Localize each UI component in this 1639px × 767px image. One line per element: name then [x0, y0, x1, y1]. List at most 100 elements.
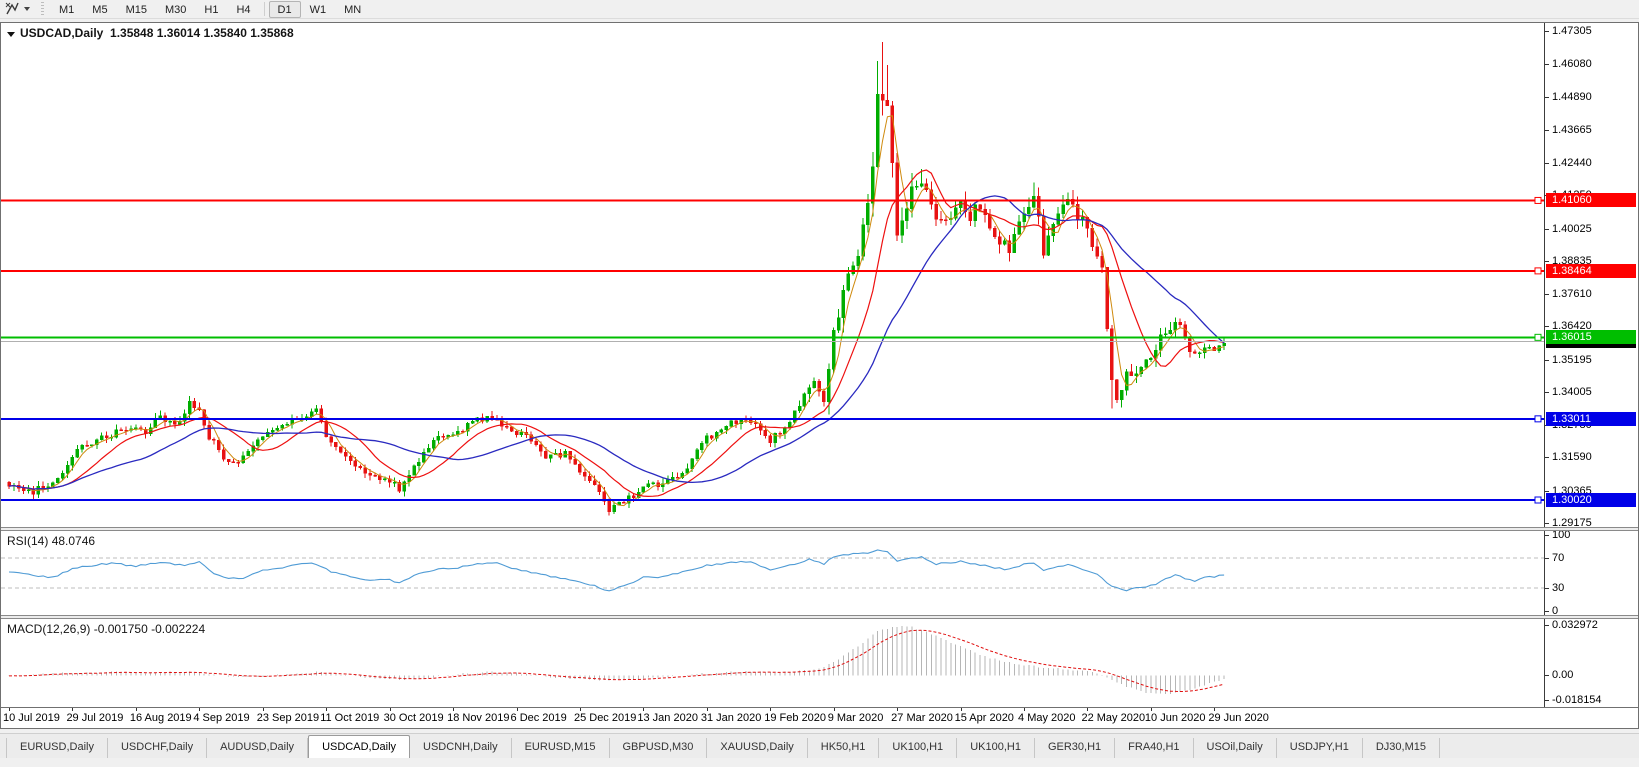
- date-label: 29 Jun 2020: [1208, 712, 1269, 724]
- price-tag: 1.41060: [1546, 193, 1636, 208]
- chart-title: USDCAD,Daily 1.35848 1.36014 1.35840 1.3…: [7, 26, 294, 40]
- time-tick: [706, 708, 708, 711]
- date-label: 31 Jan 2020: [700, 712, 762, 724]
- chart-tab-dj30-m15[interactable]: DJ30,M15: [1362, 738, 1440, 758]
- chart-tab-hk50-h1[interactable]: HK50,H1: [807, 738, 880, 758]
- chart-tab-audusd-daily[interactable]: AUDUSD,Daily: [207, 738, 309, 758]
- chart-tab-uk100-h1[interactable]: UK100,H1: [957, 738, 1035, 758]
- chart-tabs: EURUSD,Daily USDCHF,Daily AUDUSD,Daily USDC…: [0, 733, 1639, 758]
- symbol-dropdown-icon[interactable]: [7, 32, 15, 37]
- axis-tick: 0: [1545, 605, 1638, 615]
- date-label: 6 Dec 2019: [510, 712, 567, 724]
- rsi-axis[interactable]: 100 70 30 0: [1544, 531, 1638, 615]
- chart-tab-fra40-h1[interactable]: FRA40,H1: [1115, 738, 1194, 758]
- axis-tick: 1.44890: [1545, 91, 1638, 103]
- macd-value: -0.001750: [93, 622, 148, 636]
- timeframe-button-m5[interactable]: M5: [83, 1, 116, 18]
- ohlc-low: 1.35840: [203, 26, 247, 40]
- status-strip: [0, 758, 1639, 767]
- axis-tick: 1.37610: [1545, 288, 1638, 300]
- timeframe-button-h1[interactable]: H1: [195, 1, 227, 18]
- time-tick: [833, 708, 835, 711]
- date-label: 4 Sep 2019: [193, 712, 250, 724]
- chart-tab-ger30-h1[interactable]: GER30,H1: [1034, 738, 1116, 758]
- chart-tab-usdcnh-daily[interactable]: USDCNH,Daily: [410, 738, 512, 758]
- timeframe-button-mn[interactable]: MN: [335, 1, 370, 18]
- timeframe-buttons: M1 M5 M15 M30 H1 H4 D1 W1 MN: [50, 0, 370, 18]
- macd-signal-line: [8, 629, 1225, 693]
- rsi-panel[interactable]: RSI(14) 48.0746 100 70 30 0: [1, 531, 1638, 615]
- date-label: 11 Oct 2019: [320, 712, 380, 724]
- crosshair-icon: [5, 2, 19, 15]
- axis-tick: -0.018154: [1545, 694, 1638, 706]
- timeframe-button-m15[interactable]: M15: [117, 1, 156, 18]
- chart-tab-gbpusd-m30[interactable]: GBPUSD,M30: [609, 738, 708, 758]
- date-label: 22 May 2020: [1081, 712, 1146, 724]
- timeframe-button-m1[interactable]: M1: [50, 1, 83, 18]
- time-tick: [960, 708, 962, 711]
- toolbar-separator: [263, 2, 265, 16]
- price-axis[interactable]: 1.473051.460801.448901.436651.424401.412…: [1544, 23, 1638, 527]
- chart-tab-eurusd-daily[interactable]: EURUSD,Daily: [6, 738, 108, 758]
- rsi-chart[interactable]: [1, 531, 1545, 615]
- axis-tick: 1.42440: [1545, 157, 1638, 169]
- hline-handle: [1534, 333, 1542, 341]
- axis-tick: 30: [1545, 582, 1638, 594]
- crosshair-tool-button[interactable]: [0, 1, 35, 18]
- chart-symbol: USDCAD,Daily: [20, 26, 104, 40]
- time-tick: [579, 708, 581, 711]
- axis-tick: 0.00: [1545, 669, 1638, 681]
- chart-tab-usdchf-daily[interactable]: USDCHF,Daily: [107, 738, 208, 758]
- mt4-window: M1 M5 M15 M30 H1 H4 D1 W1 MN USDCAD,Daily 1.3584…: [0, 0, 1639, 767]
- date-label: 18 Nov 2019: [447, 712, 510, 724]
- time-tick: [453, 708, 455, 711]
- time-tick: [326, 708, 328, 711]
- time-tick: [135, 708, 137, 711]
- date-label: 25 Dec 2019: [573, 712, 637, 724]
- date-label: 13 Jan 2020: [637, 712, 698, 724]
- chart-tab-xauusd-daily[interactable]: XAUUSD,Daily: [707, 738, 808, 758]
- time-tick: [897, 708, 899, 711]
- main-chart-panel[interactable]: USDCAD,Daily 1.35848 1.36014 1.35840 1.3…: [1, 23, 1638, 527]
- price-tag: 1.38464: [1546, 263, 1636, 278]
- axis-tick: 100: [1545, 531, 1638, 541]
- candlestick-chart[interactable]: [1, 23, 1545, 527]
- chart-tab-eurusd-m15[interactable]: EURUSD,M15: [511, 738, 610, 758]
- date-label: 4 May 2020: [1018, 712, 1076, 724]
- axis-tick: 1.35195: [1545, 354, 1638, 366]
- timeframe-button-w1[interactable]: W1: [301, 1, 336, 18]
- time-axis[interactable]: 10 Jul 2019 29 Jul 2019 16 Aug 2019 4 Sep 2…: [1, 707, 1638, 728]
- ohlc-high: 1.36014: [156, 26, 201, 40]
- date-label: 16 Aug 2019: [129, 712, 192, 724]
- date-label: 9 Mar 2020: [827, 712, 884, 724]
- date-label: 10 Jun 2020: [1144, 712, 1206, 724]
- timeframe-button-h4[interactable]: H4: [227, 1, 259, 18]
- date-label: 15 Apr 2020: [954, 712, 1014, 724]
- axis-tick: 1.29175: [1545, 517, 1638, 527]
- timeframe-button-m30[interactable]: M30: [156, 1, 195, 18]
- chart-window: USDCAD,Daily 1.35848 1.36014 1.35840 1.3…: [0, 22, 1639, 729]
- chart-tab-usdjpy-h1[interactable]: USDJPY,H1: [1276, 738, 1363, 758]
- time-tick: [72, 708, 74, 711]
- date-label: 23 Sep 2019: [256, 712, 320, 724]
- toolbar-grip[interactable]: [39, 1, 46, 17]
- macd-axis[interactable]: 0.032972 0.00 -0.018154: [1544, 619, 1638, 707]
- rsi-label: RSI(14) 48.0746: [7, 534, 96, 548]
- macd-panel[interactable]: MACD(12,26,9) -0.001750 -0.002224 0.0329…: [1, 619, 1638, 707]
- chart-tab-usdcad-daily[interactable]: USDCAD,Daily: [308, 735, 411, 758]
- date-label: 10 Jul 2019: [3, 712, 60, 724]
- hline-handle: [1534, 267, 1542, 275]
- chart-tab-usoil-daily[interactable]: USOil,Daily: [1193, 738, 1277, 758]
- toolbar: M1 M5 M15 M30 H1 H4 D1 W1 MN: [0, 0, 1639, 19]
- chart-tab-uk100-h1[interactable]: UK100,H1: [879, 738, 958, 758]
- hline-handle: [1534, 415, 1542, 423]
- time-tick: [770, 708, 772, 711]
- axis-tick: 1.34005: [1545, 386, 1638, 398]
- time-tick: [1214, 708, 1216, 711]
- time-tick: [9, 708, 10, 711]
- ma-fast-line: [8, 115, 1225, 507]
- date-label: 29 Jul 2019: [66, 712, 124, 724]
- timeframe-button-d1[interactable]: D1: [268, 0, 301, 18]
- ohlc-close: 1.35868: [250, 26, 294, 40]
- macd-chart[interactable]: [1, 619, 1545, 707]
